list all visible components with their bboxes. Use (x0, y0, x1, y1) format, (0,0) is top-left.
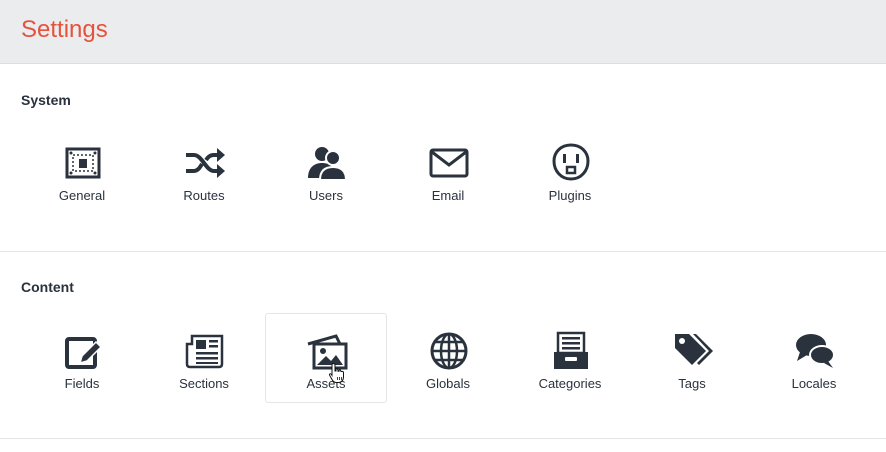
settings-item-label: Tags (678, 376, 706, 391)
settings-item-tags[interactable]: Tags (631, 313, 753, 403)
users-icon (306, 142, 348, 184)
section-divider (0, 251, 886, 252)
newspaper-icon (184, 330, 226, 372)
globe-icon (428, 330, 470, 372)
hand-cursor-icon (328, 362, 346, 384)
settings-item-categories[interactable]: Categories (509, 313, 631, 403)
settings-item-label: Categories (538, 376, 602, 391)
plug-icon (550, 142, 592, 184)
settings-item-users[interactable]: Users (265, 125, 387, 215)
drawer-icon (550, 330, 592, 372)
section-title-system: System (21, 92, 71, 108)
section-title-content: Content (21, 279, 74, 295)
settings-item-general[interactable]: General (21, 125, 143, 215)
settings-item-plugins[interactable]: Plugins (509, 125, 631, 215)
edit-icon (62, 330, 104, 372)
settings-item-email[interactable]: Email (387, 125, 509, 215)
general-icon (62, 142, 104, 184)
settings-item-label: Users (309, 188, 343, 203)
page-header: Settings (0, 0, 886, 64)
settings-item-fields[interactable]: Fields (21, 313, 143, 403)
settings-item-assets[interactable]: Assets (265, 313, 387, 403)
settings-item-label: General (58, 188, 106, 203)
chat-bubbles-icon (794, 330, 836, 372)
settings-item-label: Locales (791, 376, 837, 391)
shuffle-icon (184, 142, 226, 184)
settings-item-label: Plugins (548, 188, 592, 203)
settings-item-globals[interactable]: Globals (387, 313, 509, 403)
section-divider (0, 438, 886, 439)
tags-icon (672, 330, 714, 372)
settings-item-sections[interactable]: Sections (143, 313, 265, 403)
settings-item-label: Assets (306, 376, 346, 391)
settings-item-label: Email (431, 188, 465, 203)
page-title: Settings (21, 16, 108, 43)
settings-item-label: Routes (183, 188, 225, 203)
settings-item-locales[interactable]: Locales (753, 313, 875, 403)
settings-item-label: Globals (425, 376, 471, 391)
settings-item-label: Sections (179, 376, 229, 391)
settings-item-label: Fields (64, 376, 100, 391)
settings-item-routes[interactable]: Routes (143, 125, 265, 215)
envelope-icon (428, 142, 470, 184)
